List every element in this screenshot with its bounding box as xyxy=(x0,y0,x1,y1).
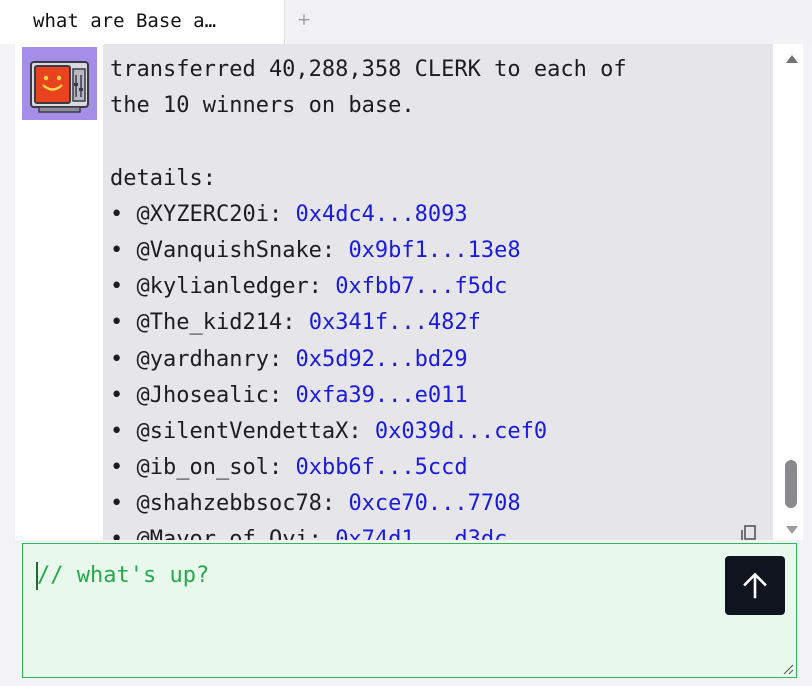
chat-panel: transferred 40,288,358 CLERK to each of … xyxy=(15,44,803,540)
arrow-up-icon xyxy=(743,572,767,599)
winner-address-link[interactable]: 0x5d92...bd29 xyxy=(295,347,467,372)
winner-address-link[interactable]: 0x9bf1...13e8 xyxy=(348,238,520,263)
winner-address-link[interactable]: 0x4dc4...8093 xyxy=(295,202,467,227)
message-bubble: transferred 40,288,358 CLERK to each of … xyxy=(103,44,773,540)
tab-divider xyxy=(284,0,285,44)
bullet: • xyxy=(110,418,124,444)
winner-handle: @XYZERC20i: xyxy=(136,201,283,227)
winner-handle: @kylianledger: xyxy=(136,274,322,300)
bullet: • xyxy=(110,310,124,336)
winner-address-link[interactable]: 0x039d...cef0 xyxy=(375,419,547,444)
winner-item: • @ib_on_sol: 0xbb6f...5ccd xyxy=(110,450,773,486)
winner-handle: @Mayor_of_Oyi: xyxy=(136,527,322,540)
winner-handle: @silentVendettaX: xyxy=(136,418,362,444)
bullet: • xyxy=(110,237,124,263)
winner-item: • @XYZERC20i: 0x4dc4...8093 xyxy=(110,197,773,233)
message-line: details: xyxy=(110,165,216,191)
winner-address-link[interactable]: 0xbb6f...5ccd xyxy=(295,455,467,480)
winner-handle: @shahzebbsoc78: xyxy=(136,491,336,517)
winner-handle: @Jhosealic: xyxy=(136,382,283,408)
send-button[interactable] xyxy=(725,556,785,615)
input-placeholder: // what's up? xyxy=(37,563,210,588)
winner-item: • @kylianledger: 0xfbb7...f5dc xyxy=(110,269,773,305)
winner-address-link[interactable]: 0xfbb7...f5dc xyxy=(335,274,507,299)
winner-item: • @Jhosealic: 0xfa39...e011 xyxy=(110,378,773,414)
bullet: • xyxy=(110,274,124,300)
winner-address-link[interactable]: 0xfa39...e011 xyxy=(295,383,467,408)
bullet: • xyxy=(110,527,124,540)
winner-handle: @The_kid214: xyxy=(136,310,296,336)
bullet: • xyxy=(110,382,124,408)
tab-bar: what are Base a… + xyxy=(0,0,812,44)
new-tab-button[interactable]: + xyxy=(295,7,313,33)
winner-address-link[interactable]: 0x341f...482f xyxy=(309,310,481,335)
message-line: transferred 40,288,358 CLERK to each of xyxy=(110,57,627,82)
message-line: the 10 winners on base. xyxy=(110,93,415,119)
retro-computer-avatar-icon xyxy=(30,61,89,113)
winner-handle: @ib_on_sol: xyxy=(136,455,283,481)
copy-icon[interactable] xyxy=(739,524,759,540)
winner-item: • @shahzebbsoc78: 0xce70...7708 xyxy=(110,486,773,522)
winner-item: • @Mayor_of_Oyi: 0x74d1...d3dc xyxy=(110,522,773,540)
bot-avatar xyxy=(22,47,97,120)
bullet: • xyxy=(110,201,124,227)
winner-handle: @VanquishSnake: xyxy=(136,237,336,263)
winner-item: • @silentVendettaX: 0x039d...cef0 xyxy=(110,414,773,450)
winner-address-link[interactable]: 0xce70...7708 xyxy=(348,491,520,516)
scroll-down-arrow-icon[interactable] xyxy=(786,526,798,534)
scroll-up-arrow-icon[interactable] xyxy=(786,55,798,63)
winner-address-link[interactable]: 0x74d1...d3dc xyxy=(335,527,507,540)
winner-item: • @The_kid214: 0x341f...482f xyxy=(110,305,773,341)
message-line xyxy=(110,124,773,160)
winner-handle: @yardhanry: xyxy=(136,346,283,372)
chat-scrollbar[interactable] xyxy=(781,44,803,540)
message-input[interactable]: // what's up? xyxy=(22,543,797,678)
resize-handle-icon[interactable] xyxy=(782,663,794,675)
tab-active-chat[interactable]: what are Base a… xyxy=(0,0,284,44)
scrollbar-thumb[interactable] xyxy=(785,460,797,508)
winner-item: • @VanquishSnake: 0x9bf1...13e8 xyxy=(110,233,773,269)
bullet: • xyxy=(110,455,124,481)
bullet: • xyxy=(110,491,124,517)
bullet: • xyxy=(110,346,124,372)
winner-item: • @yardhanry: 0x5d92...bd29 xyxy=(110,342,773,378)
